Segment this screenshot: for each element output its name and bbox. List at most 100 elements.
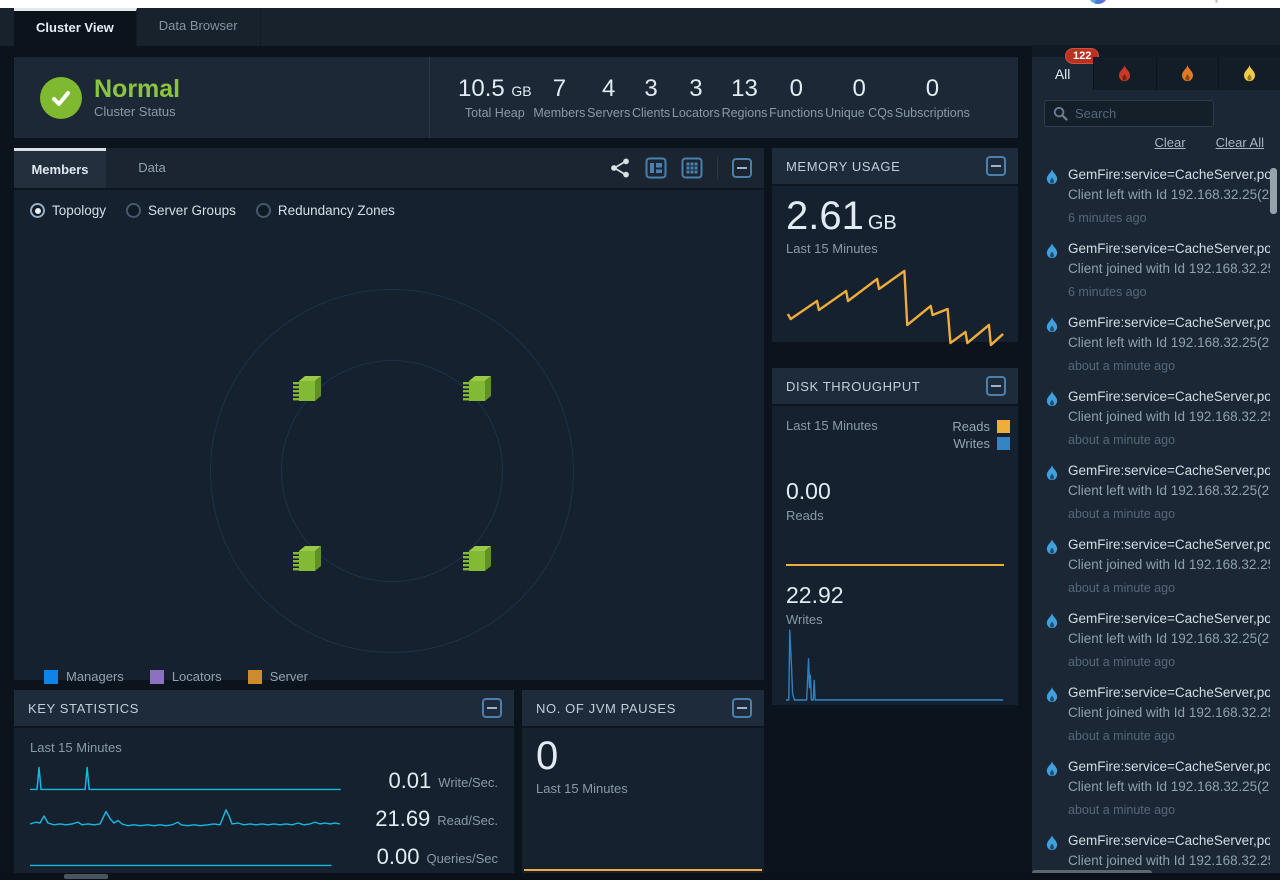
alert-item[interactable]: GemFire:service=CacheServer,port=404 Cli… [1032,158,1280,232]
tab-severe-alerts[interactable] [1093,57,1155,90]
page-horizontal-scrollbar[interactable] [0,873,1280,880]
disk-reads-label: Reads [786,508,831,523]
jvm-pauses-chart [524,868,762,872]
info-flame-icon [1045,391,1059,407]
metric-servers: 4 Servers [587,75,630,120]
alert-notification-list: GemFire:service=CacheServer,port=404 Cli… [1032,158,1280,880]
radio-server-groups[interactable]: Server Groups [126,203,236,218]
legend-reads: Reads [952,418,1010,435]
member-node-icon[interactable] [462,544,492,574]
metric-clients: 3 Clients [632,75,670,120]
alert-item[interactable]: GemFire:service=CacheServer,port=404 Cli… [1032,676,1280,750]
clear-link[interactable]: Clear [1155,135,1186,150]
writes-per-sec-row: 0.01 Write/Sec. [30,763,498,793]
collapse-members-panel-icon[interactable] [732,158,752,178]
collapse-jvm-pauses-icon[interactable] [732,698,752,718]
tab-data-browser[interactable]: Data Browser [137,8,261,46]
tab-all-alerts[interactable]: All 122 [1032,57,1093,90]
tab-warning-alerts[interactable] [1218,57,1280,90]
collapse-memory-usage-icon[interactable] [986,156,1006,176]
info-flame-icon [1045,465,1059,481]
treemap-view-icon[interactable] [645,157,667,179]
info-flame-icon [1045,539,1059,555]
tab-error-alerts[interactable] [1156,57,1218,90]
cluster-metrics: 10.5 GB Total Heap 7 Members 4 Servers 3… [430,57,1018,138]
alert-item[interactable]: GemFire:service=CacheServer,port=404 Cli… [1032,306,1280,380]
radio-redundancy-zones[interactable]: Redundancy Zones [256,203,395,218]
members-panel-tabs: Members Data [14,148,764,190]
alert-item[interactable]: GemFire:service=CacheServer,port=404 Cli… [1032,602,1280,676]
metric-regions: 13 Regions [722,75,768,120]
member-node-icon[interactable] [462,374,492,404]
info-flame-icon [1045,169,1059,185]
info-flame-icon [1045,687,1059,703]
sidebar-vertical-scrollbar-thumb[interactable] [1270,168,1277,214]
tab-cluster-view[interactable]: Cluster View [14,8,137,46]
alert-item[interactable]: GemFire:service=CacheServer,port=404 Cli… [1032,454,1280,528]
memory-usage-value: 2.61 [786,194,864,238]
warning-flame-icon [1242,65,1257,82]
info-flame-icon [1045,835,1059,851]
info-flame-icon [1045,243,1059,259]
disk-writes-chart [786,624,1004,702]
error-flame-icon [1180,65,1195,82]
search-icon [1053,106,1068,121]
memory-usage-panel: MEMORY USAGE 2.61GB Last 15 Minutes [772,148,1018,342]
top-logo-strip: GEODE | [0,0,1280,8]
topology-legend: Managers Locators Server [14,661,764,684]
tab-data[interactable]: Data [106,148,198,188]
disk-throughput-legend: Reads Writes [952,418,1010,452]
tab-members[interactable]: Members [14,148,106,188]
topology-diagram [14,231,764,661]
alert-search-box[interactable] [1044,100,1214,127]
disk-throughput-panel: DISK THROUGHPUT Last 15 Minutes Reads Wr… [772,368,1018,705]
severe-flame-icon [1117,65,1132,82]
collapse-disk-throughput-icon[interactable] [986,376,1006,396]
member-node-icon[interactable] [292,544,322,574]
geode-pinwheel-icon [1088,0,1108,4]
info-flame-icon [1045,761,1059,777]
alerts-list-container: Clear Clear All GemFire:service=CacheSer… [1032,90,1280,880]
info-flame-icon [1045,613,1059,629]
geode-logo: GEODE | [1088,0,1224,4]
jvm-pauses-title: NO. OF JVM PAUSES [536,701,676,716]
memory-usage-chart [786,262,1004,354]
members-panel: Members Data Topology Server Groups Redu… [14,148,764,680]
page-horizontal-scrollbar-thumb[interactable] [64,874,108,879]
disk-throughput-window: Last 15 Minutes [786,418,878,452]
metric-functions: 0 Functions [769,75,823,120]
alert-item[interactable]: GemFire:service=CacheServer,port=404 Cli… [1032,528,1280,602]
cluster-status-label: Normal [94,76,180,102]
geode-logo-text: GEODE | [1118,0,1224,4]
cluster-status-sublabel: Cluster Status [94,104,180,119]
alert-item[interactable]: GemFire:service=CacheServer,port=404 Cli… [1032,232,1280,306]
grid-view-icon[interactable] [681,157,703,179]
jvm-pauses-panel: NO. OF JVM PAUSES 0 Last 15 Minutes [522,690,764,880]
disk-reads-chart [786,563,1004,567]
member-node-icon[interactable] [292,374,322,404]
jvm-pauses-window: Last 15 Minutes [536,781,750,796]
cluster-status-bar: Normal Cluster Status 10.5 GB Total Heap… [14,57,1018,138]
queries-per-sec-sparkline [30,839,332,869]
alert-search-input[interactable] [1075,106,1195,121]
info-flame-icon [1045,317,1059,333]
jvm-pauses-value: 0 [536,734,750,779]
main-nav-tabs: Cluster View Data Browser [14,8,1280,46]
alert-item[interactable]: GemFire:service=CacheServer,port=404 Cli… [1032,380,1280,454]
status-ok-icon [40,77,82,119]
legend-writes: Writes [952,435,1010,452]
key-statistics-title: KEY STATISTICS [28,701,139,716]
topology-view-icon[interactable] [609,157,631,179]
toolbar-separator [717,156,718,180]
alerts-sidebar: All 122 Clear Clear All GemFire:service=… [1032,45,1280,880]
legend-server: Server [248,669,308,684]
alert-item[interactable]: GemFire:service=CacheServer,port=404 Cli… [1032,750,1280,824]
collapse-key-statistics-icon[interactable] [482,698,502,718]
metric-unique-cqs: 0 Unique CQs [825,75,893,120]
writes-per-sec-sparkline [30,763,341,793]
radio-topology[interactable]: Topology [30,203,106,218]
metric-locators: 3 Locators [672,75,720,120]
clear-all-link[interactable]: Clear All [1216,135,1264,150]
key-statistics-window: Last 15 Minutes [30,740,498,755]
queries-per-sec-row: 0.00 Queries/Sec [30,839,498,869]
